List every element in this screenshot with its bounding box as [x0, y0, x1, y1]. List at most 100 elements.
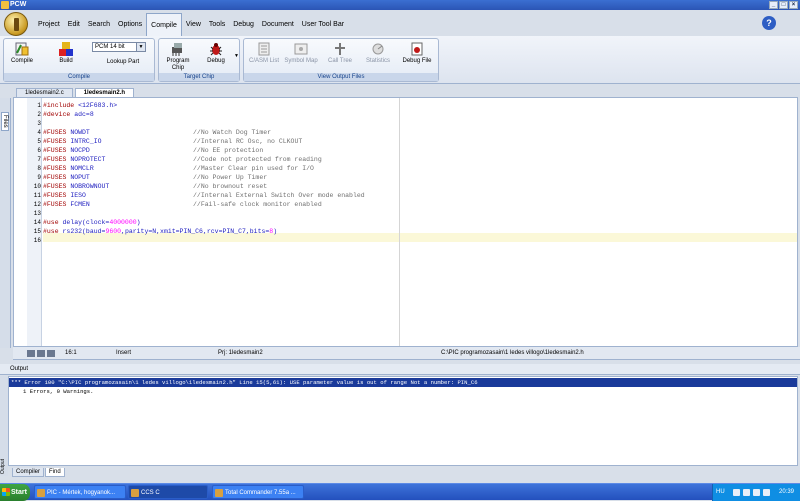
code-line: #use rs232(baud=9600,parity=N,xmit=PIN_C… — [43, 227, 277, 236]
c-asm-list-button[interactable]: C/ASM List — [248, 41, 280, 64]
value-token: NOPROTECT — [70, 156, 106, 163]
system-tray: HU 20:39 — [712, 484, 800, 501]
tray-icon-1[interactable] — [733, 489, 740, 496]
app-menu-orb[interactable] — [4, 12, 28, 36]
tab-search[interactable]: Search — [84, 13, 114, 36]
start-button[interactable]: Start — [0, 484, 30, 501]
editor-status-bar: 16:1 Insert Prj: 1ledesmain2 C:\PIC prog… — [13, 347, 800, 360]
value-token: NOBROWNOUT — [70, 183, 110, 190]
tab-options[interactable]: Options — [114, 13, 146, 36]
number-token: 9600 — [105, 228, 122, 235]
doc-tab-c[interactable]: 1ledesmain2.c — [16, 88, 73, 97]
comment-token: //Internal External Switch Over mode ena… — [193, 192, 365, 199]
code-line: #include <12F683.h> — [43, 101, 117, 110]
directive-token: #FUSES — [43, 192, 71, 199]
symbol-map-icon — [294, 43, 308, 55]
error-message-line[interactable]: *** Error 100 "C:\PIC programozasain\1 l… — [9, 378, 797, 387]
directive-token: #include — [43, 102, 79, 109]
play-icon[interactable] — [37, 350, 45, 357]
line-number: 2 — [37, 111, 41, 118]
code-line: #FUSES INTRC_IO //Internal RC Osc, no CLK… — [43, 137, 302, 146]
taskbar: Start PIC - Mértek, hogyanok... CCS C To… — [0, 483, 800, 501]
code-line: #FUSES NOPROTECT //Code not protected fro… — [43, 155, 322, 164]
tab-project[interactable]: Project — [34, 13, 64, 36]
record-icon[interactable] — [27, 350, 35, 357]
maximize-button[interactable]: □ — [779, 1, 788, 9]
chevron-down-icon: ▼ — [136, 43, 145, 51]
tab-tools[interactable]: Tools — [205, 13, 229, 36]
output-pane[interactable]: *** Error 100 "C:\PIC programozasain\1 l… — [8, 376, 798, 466]
project-name: Prj: 1ledesmain2 — [218, 350, 263, 356]
tab-find[interactable]: Find — [45, 468, 65, 477]
cursor-position: 16:1 — [65, 350, 77, 356]
file-path: C:\PIC programozasain\1 ledes villogo\1l… — [441, 350, 584, 356]
volume-icon[interactable] — [743, 489, 750, 496]
tab-document[interactable]: Document — [258, 13, 298, 36]
help-icon[interactable]: ? — [762, 16, 776, 30]
code-line: #FUSES NOWDT //No Watch Dog Timer — [43, 128, 271, 137]
minimize-button[interactable]: _ — [769, 1, 778, 9]
right-margin-guide — [399, 98, 400, 346]
line-number: 14 — [33, 219, 41, 226]
statistics-button[interactable]: Statistics — [362, 41, 394, 64]
comment-token: //Code not protected from reading — [193, 156, 322, 163]
value-token: ,parity=N,xmit=PIN_C6,rcv=PIN_C7,bits= — [121, 228, 270, 235]
directive-token: #use — [43, 219, 63, 226]
window-title: PCW — [10, 1, 27, 8]
code-line: #device adc=8 — [43, 110, 94, 119]
call-tree-icon — [335, 43, 345, 55]
clock[interactable]: 20:39 — [779, 484, 794, 501]
tab-edit[interactable]: Edit — [64, 13, 84, 36]
debug-file-button[interactable]: Debug File — [400, 41, 434, 64]
network-icon[interactable] — [753, 489, 760, 496]
files-tab[interactable]: Files — [1, 112, 9, 131]
target-family-select[interactable]: PCM 14 bit ▼ — [92, 42, 146, 52]
debug-file-icon — [411, 42, 423, 56]
task-pic-browser[interactable]: PIC - Mértek, hogyanok... — [34, 485, 126, 499]
call-tree-button[interactable]: Call Tree — [324, 41, 356, 64]
tab-debug[interactable]: Debug — [229, 13, 258, 36]
program-chip-button[interactable]: Program Chip — [163, 41, 193, 72]
ribbon: Compile Build Lookup Part Compile PCM 14… — [0, 36, 800, 84]
code-line: #use delay(clock=4000000) — [43, 218, 141, 227]
output-tabs: Compiler Find — [12, 468, 65, 477]
value-token: delay(clock= — [62, 219, 110, 226]
code-line: #FUSES IESO //Internal External Switch Ov… — [43, 191, 365, 200]
stop-icon[interactable] — [47, 350, 55, 357]
value-token: NOPUT — [70, 174, 90, 181]
comment-token: //Master Clear pin used for I/O — [193, 165, 314, 172]
target-chip-group: Program Chip Debug ▼ Target Chip — [158, 38, 240, 82]
code-line: #FUSES NOMCLR //Master Clear pin used for… — [43, 164, 314, 173]
tray-icon-4[interactable] — [763, 489, 770, 496]
directive-token: #FUSES — [43, 183, 71, 190]
line-number: 6 — [37, 147, 41, 154]
line-number: 12 — [33, 201, 41, 208]
doc-tab-h[interactable]: 1ledesmain2.h — [74, 88, 135, 97]
value-token: FCMEN — [70, 201, 90, 208]
value-token: ) — [136, 219, 141, 226]
symbol-map-button[interactable]: Symbol Map — [284, 41, 318, 64]
directive-token: #FUSES — [43, 156, 71, 163]
line-number: 4 — [37, 129, 41, 136]
directive-token: #FUSES — [43, 165, 71, 172]
target-chip-group-label: Target Chip — [159, 73, 239, 81]
language-indicator[interactable]: HU — [716, 484, 725, 501]
code-line: #FUSES NOPUT //No Power Up Timer — [43, 173, 267, 182]
debug-dropdown-icon[interactable]: ▼ — [234, 53, 239, 59]
comment-token: //No brownout reset — [193, 183, 268, 190]
compile-button[interactable]: Compile — [8, 41, 36, 64]
tab-view[interactable]: View — [182, 13, 205, 36]
ccs-icon — [131, 489, 139, 497]
task-total-commander[interactable]: Total Commander 7.55a ... — [212, 485, 304, 499]
build-button[interactable]: Build — [54, 41, 78, 64]
debug-button[interactable]: Debug — [201, 41, 231, 64]
code-editor[interactable]: 1 #include <12F683.h> 2 #device adc=8 3 4 #FUS… — [13, 97, 798, 347]
value-token: NOCPD — [70, 147, 90, 154]
task-ccs-c[interactable]: CCS C — [128, 485, 208, 499]
tab-compile[interactable]: Compile — [146, 13, 182, 38]
close-button[interactable]: × — [789, 1, 798, 9]
tab-user-tool-bar[interactable]: User Tool Bar — [298, 13, 348, 36]
line-number: 11 — [33, 192, 41, 199]
tab-compiler[interactable]: Compiler — [12, 468, 45, 477]
lookup-part-button[interactable]: Lookup Part — [96, 59, 150, 65]
